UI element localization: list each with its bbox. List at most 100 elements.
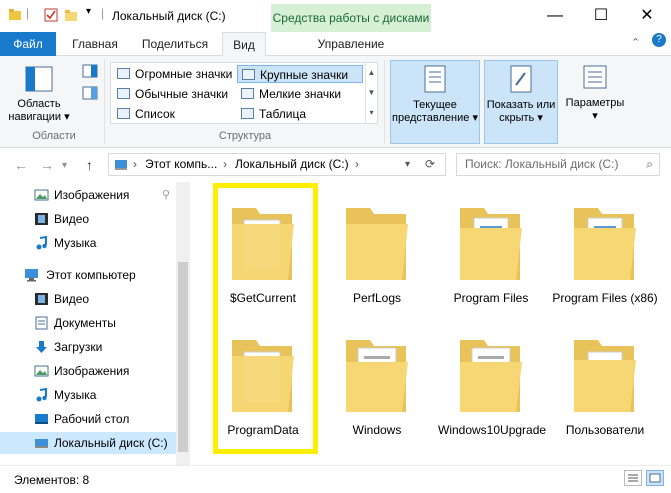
pictures-icon — [34, 189, 49, 201]
drive-icon — [35, 439, 48, 448]
huge-icons-icon — [117, 68, 130, 79]
options-button[interactable]: Параметры ▾ — [562, 60, 628, 144]
tab-home[interactable]: Главная — [62, 32, 128, 56]
layout-small-icons[interactable]: Мелкие значки — [237, 85, 363, 103]
breadcrumb-separator: › — [223, 157, 227, 171]
address-dropdown-icon[interactable]: ▾ — [405, 154, 410, 175]
folder-name: Windows10Upgrade — [438, 423, 547, 437]
video-icon — [35, 213, 48, 225]
layout-table-label: Таблица — [259, 107, 307, 121]
downloads-icon — [36, 341, 47, 353]
layout-normal-icons[interactable]: Обычные значки — [113, 85, 235, 103]
layout-table[interactable]: Таблица — [237, 105, 363, 123]
collapse-ribbon-icon[interactable]: ⌃ — [631, 36, 640, 49]
navigation-pane: Изображения ⚲ Видео Музыка Этот компьюте… — [0, 182, 190, 465]
breadcrumb-separator: › — [355, 157, 359, 171]
maximize-button[interactable]: ☐ — [578, 0, 624, 32]
help-icon[interactable]: ? — [652, 33, 666, 47]
search-icon: ⌕ — [646, 157, 653, 171]
breadcrumb-this-pc[interactable]: Этот компь... — [145, 154, 217, 175]
nav-item-video-quick[interactable]: Видео — [0, 208, 176, 230]
folder-icon — [346, 208, 408, 280]
navigation-pane-button[interactable]: Область навигации ▾ — [6, 62, 72, 128]
nav-item-downloads[interactable]: Загрузки — [0, 336, 176, 358]
folder-name: Program Files — [453, 291, 529, 305]
group-label-areas: Области — [32, 130, 76, 142]
nav-item-music-quick[interactable]: Музыка — [0, 232, 176, 254]
music-icon — [36, 388, 47, 402]
nav-item-this-pc[interactable]: Этот компьютер — [0, 264, 176, 286]
large-icons-view-button[interactable] — [646, 470, 664, 486]
tab-file[interactable]: Файл — [0, 32, 56, 56]
folder-name: PerfLogs — [352, 291, 402, 305]
up-arrow-icon[interactable]: ↑ — [86, 157, 93, 173]
title-separator: | — [101, 6, 105, 20]
nav-item-music[interactable]: Музыка — [0, 384, 176, 406]
nav-item-label: Рабочий стол — [54, 412, 130, 426]
normal-icons-icon — [117, 88, 130, 99]
breadcrumb-local-disk[interactable]: Локальный диск (C:) — [235, 154, 349, 175]
context-tab-group-label: Средства работы с дисками — [271, 4, 431, 32]
recent-locations-icon[interactable]: ▾ — [62, 160, 67, 171]
nav-item-label: Изображения — [54, 364, 130, 378]
qat-dropdown-icon[interactable]: ▾ — [86, 6, 91, 17]
details-view-button[interactable] — [624, 470, 642, 486]
highlight-frame — [213, 183, 318, 454]
pin-icon[interactable]: ⚲ — [162, 184, 170, 206]
ribbon-tabs: Файл Главная Поделиться Вид Управление ⌃… — [0, 32, 671, 57]
folder-item[interactable]: PerfLogs — [324, 198, 430, 306]
layout-large-icons[interactable]: Крупные значки — [237, 65, 363, 83]
layout-huge-icons[interactable]: Огромные значки — [113, 65, 235, 83]
folder-icon — [574, 340, 636, 412]
small-icons-icon — [241, 88, 254, 99]
ribbon-separator — [104, 60, 105, 144]
back-arrow-icon[interactable]: ← — [14, 157, 28, 173]
tab-share[interactable]: Поделиться — [136, 32, 214, 56]
nav-scrollbar-thumb[interactable] — [178, 262, 188, 452]
layout-list-label: Список — [135, 107, 175, 121]
folder-item[interactable]: Program Files — [438, 198, 544, 306]
properties-icon[interactable] — [44, 8, 58, 22]
documents-icon — [35, 316, 48, 330]
nav-item-desktop[interactable]: Рабочий стол — [0, 408, 176, 430]
folder-item[interactable]: Windows10Upgrade — [438, 330, 547, 438]
search-input[interactable]: Поиск: Локальный диск (C:) ⌕ — [456, 153, 660, 176]
nav-item-local-disk[interactable]: Локальный диск (C:) — [0, 432, 176, 454]
table-icon — [241, 108, 254, 119]
folder-name: Program Files (x86) — [552, 291, 658, 305]
layout-normal-icons-label: Обычные значки — [135, 87, 229, 101]
new-folder-icon[interactable] — [64, 8, 78, 22]
nav-item-label: Локальный диск (C:) — [54, 436, 168, 450]
list-icon — [117, 108, 130, 119]
layout-gallery: Огромные значки Крупные значки Обычные з… — [110, 62, 378, 124]
window-title: Локальный диск (C:) — [112, 9, 226, 23]
address-bar[interactable]: › Этот компь... › Локальный диск (C:) › … — [108, 153, 446, 176]
computer-icon — [25, 269, 38, 282]
show-hide-label: Показать или скрыть — [486, 99, 556, 124]
layout-gallery-scroll[interactable]: ▲ ▼ ▾ — [365, 63, 377, 123]
folder-item[interactable]: Program Files (x86) — [552, 198, 658, 306]
nav-item-pictures[interactable]: Изображения — [0, 360, 176, 382]
minimize-button[interactable]: — — [532, 0, 578, 32]
nav-item-pictures-quick[interactable]: Изображения ⚲ — [0, 184, 176, 206]
refresh-icon[interactable]: ⟳ — [425, 154, 435, 175]
tab-view[interactable]: Вид — [222, 32, 266, 57]
folder-icon — [346, 340, 408, 412]
current-view-button[interactable]: Текущее представление ▾ — [390, 60, 480, 144]
tab-manage[interactable]: Управление — [271, 32, 431, 56]
drive-icon — [115, 160, 127, 170]
layout-large-icons-label: Крупные значки — [260, 68, 349, 82]
details-pane-icon[interactable] — [82, 86, 98, 100]
video-icon — [35, 293, 48, 305]
folder-item[interactable]: Windows — [324, 330, 430, 438]
nav-item-video[interactable]: Видео — [0, 288, 176, 310]
title-bar: | ▾ | Локальный диск (C:) Средства работ… — [0, 0, 671, 32]
details-view-icon — [628, 474, 638, 482]
preview-pane-icon[interactable] — [82, 64, 98, 78]
forward-arrow-icon[interactable]: → — [40, 157, 54, 173]
show-hide-button[interactable]: Показать или скрыть ▾ — [484, 60, 558, 144]
folder-item[interactable]: Пользователи — [552, 330, 658, 438]
layout-list[interactable]: Список — [113, 105, 235, 123]
nav-item-documents[interactable]: Документы — [0, 312, 176, 334]
close-button[interactable]: ✕ — [624, 0, 670, 32]
